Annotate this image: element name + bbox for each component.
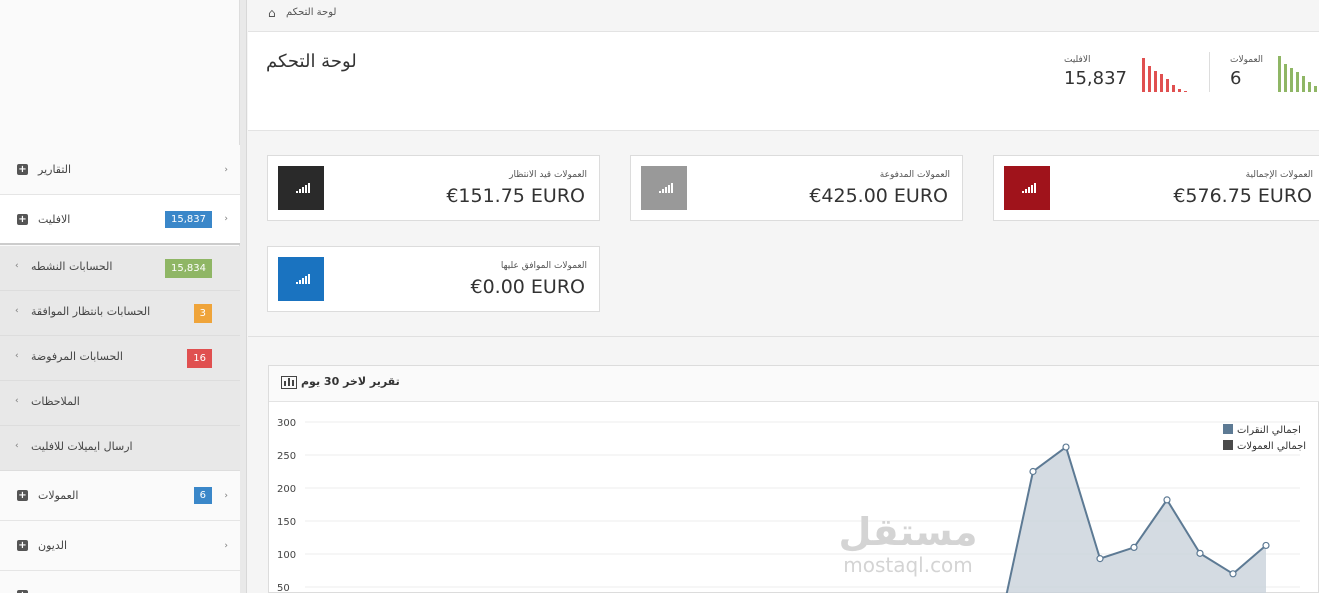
card-value: €0.00 EURO	[470, 276, 585, 298]
stat-label: العمولات	[1230, 55, 1264, 65]
sidebar-item-affiliates[interactable]: + الافليت 15,837 ›	[0, 195, 240, 245]
sidebar-subitem-pending[interactable]: ‹ الحسابات بانتظار الموافقة 3	[0, 291, 240, 336]
legend-label: اجمالي النقرات	[1237, 425, 1301, 436]
card-label: العمولات الإجمالية	[1245, 170, 1313, 180]
sidebar: + التقارير › + الافليت 15,837 › ‹ الحساب…	[0, 0, 240, 593]
chevron-right-icon: ›	[224, 164, 228, 175]
chevron-left-icon: ‹	[15, 306, 19, 316]
y-tick-label: 150	[277, 517, 296, 528]
card-pending-commissions[interactable]: العمولات قيد الانتظار €151.75 EURO	[267, 155, 600, 221]
data-point	[1130, 543, 1138, 551]
breadcrumb-item[interactable]: لوحة التحكم	[286, 7, 336, 18]
sidebar-subitem-label: الحسابات النشطه	[31, 260, 113, 273]
data-point	[1262, 541, 1270, 550]
y-tick-label: 100	[277, 550, 296, 561]
plus-icon: +	[17, 164, 28, 175]
sidebar-subitem-send-emails[interactable]: ‹ ارسال ايميلات للافليت	[0, 426, 240, 471]
sidebar-subitem-active[interactable]: ‹ الحسابات النشطه 15,834	[0, 246, 240, 291]
sidebar-item-commissions[interactable]: + العمولات 6 ›	[0, 471, 240, 521]
sidebar-item-label: الافليت	[38, 212, 71, 226]
chevron-right-icon: ›	[224, 214, 228, 224]
sidebar-logo-area	[0, 0, 239, 145]
stats-section: العمولات قيد الانتظار €151.75 EURO العمو…	[248, 131, 1319, 337]
card-label: العمولات المدفوعة	[879, 170, 950, 180]
count-badge: 16	[187, 349, 212, 368]
page-header: لوحة التحكم الافليت 15,837 العمولات 6	[248, 32, 1319, 131]
plus-icon: +	[17, 213, 28, 225]
page-title: لوحة التحكم	[266, 51, 357, 72]
card-label: العمولات قيد الانتظار	[509, 170, 587, 180]
report-panel-header: تقرير لاخر 30 يوم	[269, 366, 1319, 402]
sidebar-subitem-label: الملاحظات	[31, 395, 80, 408]
watermark-text: مستقل	[838, 510, 978, 554]
legend-swatch	[1223, 440, 1233, 450]
data-point	[1029, 467, 1037, 476]
bar-chart-icon	[281, 376, 297, 389]
count-badge: 15,837	[165, 210, 212, 228]
chevron-right-icon: ›	[224, 540, 228, 551]
home-icon[interactable]: ⌂	[268, 6, 276, 20]
data-point	[1163, 496, 1171, 504]
card-paid-commissions[interactable]: العمولات المدفوعة €425.00 EURO	[630, 155, 963, 221]
clicks-chart: 300 250 200 150 100 50 اجمالي النقرات اجمالي ال…	[277, 418, 1306, 593]
sidebar-item-label: الديون	[38, 539, 68, 552]
watermark: مستقل mostaql.com	[828, 510, 988, 576]
sidebar-item-label: العمولات	[38, 489, 79, 502]
y-tick-label: 300	[277, 418, 296, 429]
y-tick-label: 200	[277, 484, 296, 495]
legend-label: اجمالي العمولات	[1237, 441, 1306, 452]
data-point	[1096, 555, 1104, 563]
main-content: ⌂ لوحة التحكم لوحة التحكم الافليت 15,837…	[248, 0, 1319, 593]
sidebar-subitem-label: الحسابات بانتظار الموافقة	[31, 305, 151, 318]
sidebar-subitem-label: الحسابات المرفوضة	[31, 350, 123, 363]
sidebar-separator	[240, 0, 247, 593]
chevron-left-icon: ‹	[15, 441, 19, 451]
chevron-left-icon: ‹	[15, 396, 19, 406]
sidebar-subitem-label: ارسال ايميلات للافليت	[31, 440, 133, 453]
sidebar-item-reports[interactable]: + التقارير ›	[0, 145, 240, 195]
signal-icon	[641, 166, 687, 210]
chevron-right-icon: ›	[224, 490, 228, 501]
stat-value: 6	[1230, 68, 1242, 89]
plus-icon: +	[17, 490, 28, 501]
data-point	[1229, 570, 1237, 578]
series-area	[1006, 447, 1266, 593]
card-value: €576.75 EURO	[1173, 185, 1312, 207]
sidebar-subitem-rejected[interactable]: ‹ الحسابات المرفوضة 16	[0, 336, 240, 381]
legend-swatch	[1223, 424, 1233, 434]
signal-icon	[278, 257, 324, 301]
card-label: العمولات الموافق عليها	[500, 261, 587, 271]
card-total-commissions[interactable]: العمولات الإجمالية €576.75 EURO	[993, 155, 1319, 221]
signal-icon	[278, 166, 324, 210]
stat-label: الافليت	[1064, 55, 1091, 65]
card-approved-commissions[interactable]: العمولات الموافق عليها €0.00 EURO	[267, 246, 600, 312]
sparkline-affiliates	[1142, 58, 1187, 92]
report-panel: تقرير لاخر 30 يوم 300 250 200 150 100 50 اجمال…	[268, 365, 1319, 593]
sidebar-item-label: التقارير	[38, 163, 72, 176]
card-value: €425.00 EURO	[809, 185, 948, 207]
y-tick-label: 250	[277, 451, 296, 462]
stat-value: 15,837	[1064, 68, 1127, 89]
signal-icon	[1004, 166, 1050, 210]
card-value: €151.75 EURO	[446, 185, 585, 207]
count-badge: 3	[193, 304, 212, 323]
watermark-url: mostaql.com	[843, 553, 973, 577]
sidebar-item-more[interactable]: +	[0, 571, 240, 593]
chevron-left-icon: ‹	[15, 351, 19, 361]
chevron-left-icon: ‹	[15, 261, 19, 271]
y-tick-label: 50	[277, 583, 290, 593]
plus-icon: +	[17, 540, 28, 551]
breadcrumb: ⌂ لوحة التحكم	[248, 0, 1319, 32]
data-point	[1196, 549, 1204, 557]
sidebar-item-debts[interactable]: + الديون ›	[0, 521, 240, 571]
sparkline-commissions	[1278, 56, 1317, 92]
sidebar-subitem-notes[interactable]: ‹ الملاحظات	[0, 381, 240, 426]
count-badge: 15,834	[165, 259, 212, 278]
count-badge: 6	[193, 487, 212, 504]
data-point	[1062, 443, 1070, 451]
stat-divider	[1209, 52, 1210, 92]
report-title: تقرير لاخر 30 يوم	[301, 375, 400, 388]
